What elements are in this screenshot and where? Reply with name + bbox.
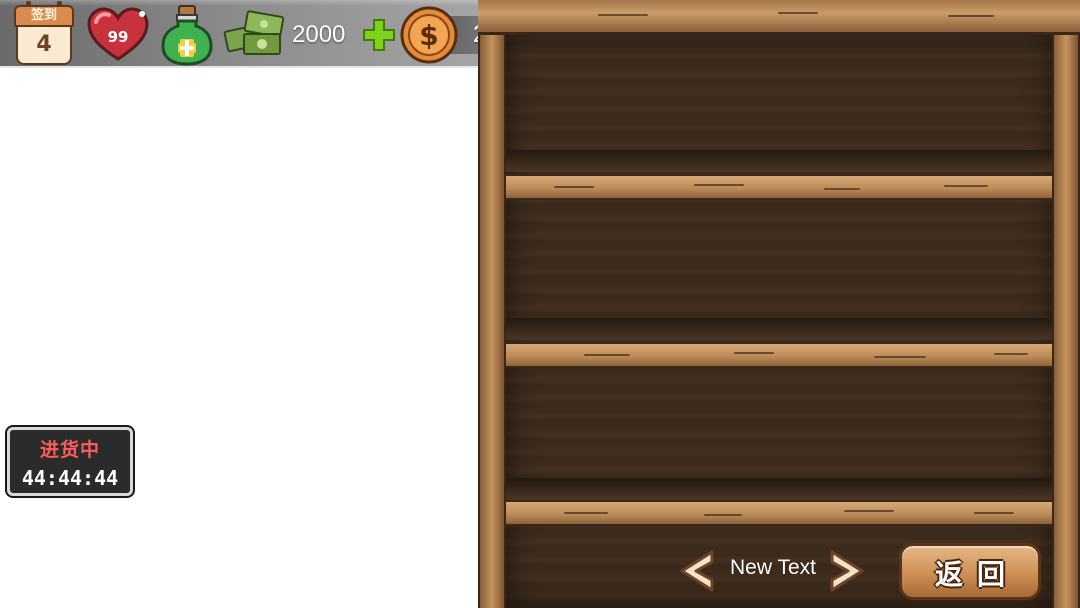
page-indicator: New Text <box>730 556 816 579</box>
checkin-calendar-button[interactable]: 签到 4 <box>14 1 74 65</box>
wood-grain <box>598 14 648 16</box>
wood-grain <box>844 510 894 512</box>
shelf-shadow <box>506 478 1054 500</box>
wood-grain <box>554 186 594 188</box>
heart-icon[interactable]: 99 <box>86 6 150 62</box>
prev-page-arrow-icon[interactable] <box>674 548 718 594</box>
wood-grain <box>948 15 994 17</box>
wood-grain <box>824 188 860 190</box>
back-button-label: 返回 <box>934 558 1019 591</box>
wood-grain <box>994 353 1028 355</box>
shelf-top-rail <box>478 0 1080 35</box>
cash-icon <box>222 6 286 60</box>
wood-grain <box>944 185 988 187</box>
cash-amount: 2000 <box>292 21 346 48</box>
checkin-label: 签到 <box>14 5 74 27</box>
shelf-side-right <box>1052 0 1080 608</box>
wood-grain <box>564 512 608 514</box>
shelf-plank <box>492 342 1068 368</box>
restock-countdown: 44:44:44 <box>21 466 119 490</box>
shelf-shadow <box>506 150 1054 172</box>
wood-grain <box>584 354 630 356</box>
add-cash-plus-icon[interactable] <box>362 18 396 52</box>
shelf-plank <box>492 500 1068 526</box>
shelf-side-left <box>478 0 506 608</box>
potion-icon[interactable] <box>160 4 214 66</box>
checkin-day: 4 <box>16 25 72 65</box>
wood-grain <box>704 514 742 516</box>
wood-grain <box>778 12 818 14</box>
svg-text:$: $ <box>419 19 438 52</box>
coin-icon: $ <box>400 6 458 64</box>
wood-grain <box>974 512 1014 514</box>
back-button[interactable]: 返回 <box>899 543 1041 600</box>
shelf-plank <box>492 174 1068 200</box>
wood-grain <box>694 184 744 186</box>
wooden-shelf <box>478 0 1080 608</box>
restock-timer: 进货中 44:44:44 <box>7 427 133 496</box>
wood-grain <box>734 352 774 354</box>
next-page-arrow-icon[interactable] <box>826 548 870 594</box>
restock-title: 进货中 <box>39 439 100 461</box>
hearts-count: 99 <box>108 28 129 46</box>
shelf-shadow <box>506 318 1054 340</box>
wood-grain <box>874 356 926 358</box>
